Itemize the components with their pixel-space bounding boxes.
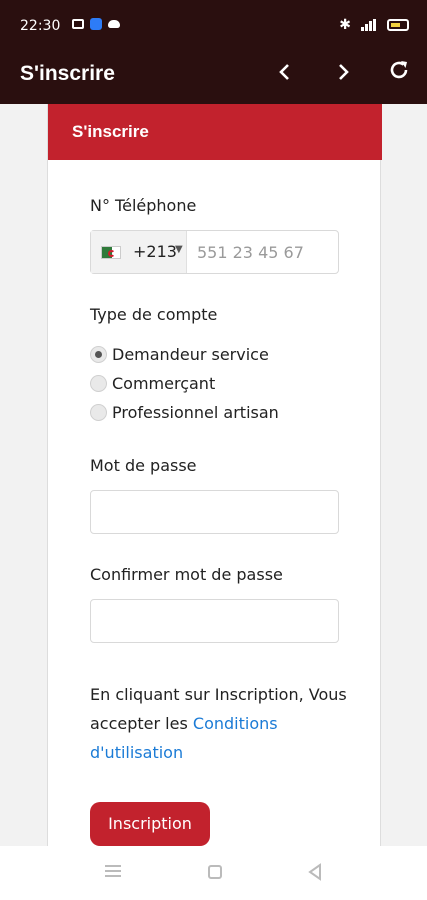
- country-code-select[interactable]: +213 ▼: [91, 231, 187, 273]
- back-triangle-icon[interactable]: [300, 860, 330, 884]
- card-title: S'inscrire: [72, 122, 149, 141]
- system-nav-bar: [0, 846, 427, 900]
- cloud-icon: [108, 20, 120, 28]
- confirm-password-field[interactable]: [90, 599, 339, 643]
- app-bar: S'inscrire: [0, 52, 427, 104]
- radio-demandeur-service[interactable]: Demandeur service: [90, 343, 269, 365]
- bluetooth-icon: ✱: [339, 17, 351, 33]
- radio-commercant[interactable]: Commerçant: [90, 372, 215, 394]
- terms-text: En cliquant sur Inscription, Vous accept…: [90, 680, 360, 767]
- status-bar: 22:30 ✱: [0, 0, 427, 52]
- signup-card: S'inscrire N° Téléphone +213 ▼ Type de c…: [47, 104, 382, 846]
- status-icons-right: ✱: [339, 18, 409, 32]
- phone-input[interactable]: [191, 231, 336, 273]
- notification-icon: [72, 19, 84, 29]
- radio-label: Professionnel artisan: [112, 402, 279, 422]
- password-field[interactable]: [90, 490, 339, 534]
- phone-field: +213 ▼: [90, 230, 339, 274]
- phone-label: N° Téléphone: [90, 196, 197, 215]
- chevron-left-icon[interactable]: [268, 58, 302, 92]
- phone-screen: 22:30 ✱ S'inscrire S'inscrire N° Télépho…: [0, 0, 427, 900]
- chevron-right-icon[interactable]: [326, 58, 360, 92]
- radio-professionnel-artisan[interactable]: Professionnel artisan: [90, 401, 279, 423]
- refresh-icon[interactable]: [382, 58, 416, 92]
- dial-code: +213: [133, 242, 177, 261]
- radio-label: Commerçant: [112, 373, 216, 393]
- app-title: S'inscrire: [20, 62, 115, 85]
- card-header: S'inscrire: [48, 104, 382, 160]
- caret-down-icon: ▼: [175, 244, 183, 255]
- app-icon: [90, 18, 102, 30]
- radio-label: Demandeur service: [112, 344, 269, 364]
- status-icons-left: [72, 18, 120, 30]
- password-label: Mot de passe: [90, 456, 197, 475]
- menu-icon[interactable]: [98, 860, 128, 884]
- account-type-label: Type de compte: [90, 305, 218, 324]
- algeria-flag-icon: [101, 246, 121, 259]
- signal-icon: [361, 19, 377, 31]
- radio-button[interactable]: [90, 374, 107, 392]
- radio-button[interactable]: [90, 403, 107, 421]
- inscription-button[interactable]: Inscription: [90, 802, 210, 846]
- status-time: 22:30: [20, 18, 61, 34]
- radio-button[interactable]: [90, 345, 107, 363]
- battery-icon: [387, 19, 409, 31]
- home-icon[interactable]: [200, 860, 230, 884]
- confirm-password-label: Confirmer mot de passe: [90, 565, 283, 584]
